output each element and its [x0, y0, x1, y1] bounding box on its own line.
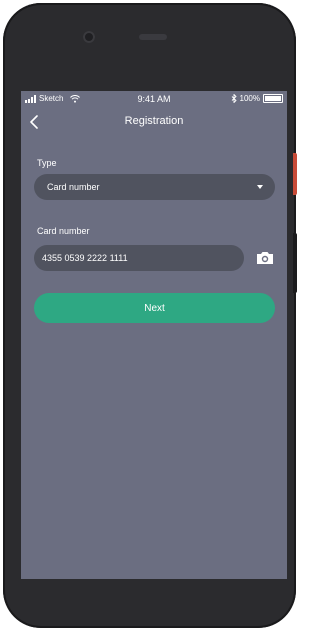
type-label: Type	[37, 158, 57, 168]
status-right: 100%	[231, 94, 283, 103]
earpiece-speaker	[139, 34, 167, 40]
card-number-value: 4355 0539 2222 1111	[42, 253, 128, 263]
power-button	[293, 153, 297, 195]
bluetooth-icon	[231, 94, 237, 103]
volume-button	[293, 233, 297, 293]
battery-icon	[263, 94, 283, 103]
battery-percent: 100%	[239, 94, 260, 103]
next-button[interactable]: Next	[34, 293, 275, 323]
type-select[interactable]: Card number	[34, 174, 275, 200]
next-button-label: Next	[144, 302, 165, 314]
card-number-input[interactable]: 4355 0539 2222 1111	[34, 245, 244, 271]
page-title: Registration	[124, 115, 184, 127]
phone-frame: Sketch 9:41 AM 100% Registration Type Ca…	[3, 3, 297, 628]
type-select-value: Card number	[47, 182, 100, 192]
card-number-label: Card number	[37, 226, 90, 236]
camera-icon[interactable]	[255, 250, 275, 266]
navigation-bar: Registration	[21, 109, 287, 135]
front-camera	[83, 31, 95, 43]
app-screen: Sketch 9:41 AM 100% Registration Type Ca…	[21, 91, 287, 579]
caret-down-icon	[257, 185, 263, 189]
status-bar: Sketch 9:41 AM 100%	[21, 91, 287, 107]
